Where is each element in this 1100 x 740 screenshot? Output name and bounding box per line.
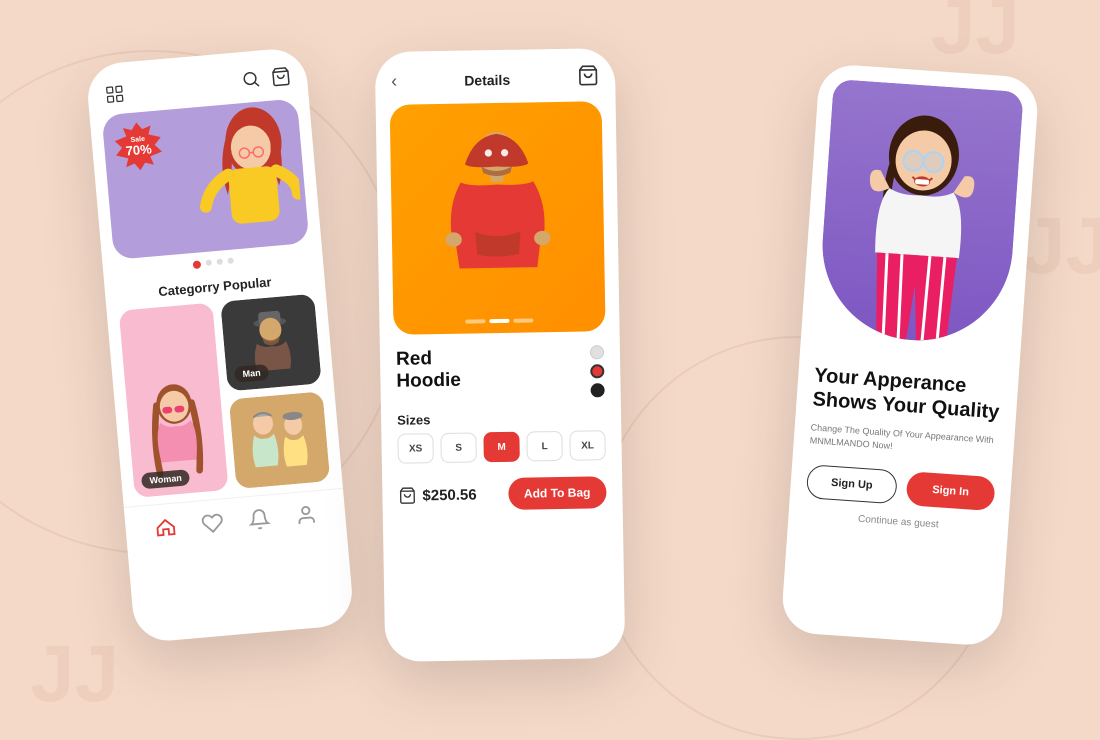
size-s[interactable]: S — [440, 432, 477, 463]
welcome-title: Your ApperanceShows Your Quality — [812, 363, 1003, 424]
search-icon[interactable] — [240, 68, 262, 95]
image-dots — [465, 318, 533, 323]
add-to-bag-button[interactable]: Add To Bag — [508, 476, 607, 510]
category-man[interactable]: Man — [220, 294, 321, 392]
color-dot-2[interactable] — [590, 364, 604, 378]
product-bottom: $250.56 Add To Bag — [382, 460, 623, 522]
menu-icon[interactable] — [103, 82, 127, 106]
dot-3 — [216, 258, 223, 265]
img-dot-2 — [489, 319, 509, 323]
category-grid: Woman Man — [119, 294, 331, 498]
cart-icon[interactable] — [270, 66, 292, 93]
color-dot-1[interactable] — [590, 345, 604, 359]
phones-container: Sale 70% — [0, 0, 1100, 740]
category-kids[interactable] — [229, 391, 330, 489]
signup-button[interactable]: Sign Up — [806, 464, 898, 504]
nav-profile[interactable] — [294, 503, 318, 527]
bottom-nav — [124, 488, 347, 556]
category-woman[interactable]: Woman — [119, 303, 229, 498]
product-name-line1: Red — [396, 348, 432, 370]
welcome-content: Your ApperanceShows Your Quality Change … — [787, 332, 1021, 551]
product-name-line2: Hoodie — [396, 370, 461, 392]
product-name-row: Red Hoodie — [380, 331, 621, 405]
sizes-label: Sizes — [381, 401, 621, 434]
phone-detail: ‹ Details — [375, 48, 626, 662]
detail-title: Details — [464, 71, 510, 88]
size-xl[interactable]: XL — [569, 430, 606, 461]
size-m[interactable]: M — [483, 432, 520, 463]
dot-2 — [205, 259, 212, 266]
img-dot-3 — [513, 318, 533, 322]
signin-button[interactable]: Sign In — [906, 471, 996, 511]
sizes-row: XS S M L XL — [381, 430, 621, 464]
color-options — [590, 345, 605, 397]
welcome-title-text: Your ApperanceShows Your Quality — [812, 364, 1000, 423]
auth-buttons: Sign Up Sign In — [806, 464, 996, 511]
price-cart-icon — [398, 486, 416, 504]
sale-badge: Sale 70% — [112, 120, 164, 172]
price-section: $250.56 — [398, 485, 477, 504]
product-image — [390, 101, 606, 335]
phone2-header: ‹ Details — [375, 48, 616, 105]
nav-notification[interactable] — [247, 507, 271, 531]
hero-banner: Sale 70% — [102, 98, 310, 260]
cart-icon-header[interactable] — [577, 64, 599, 91]
img-dot-1 — [465, 319, 485, 323]
nav-favorite[interactable] — [200, 511, 224, 535]
hero-section — [816, 79, 1023, 347]
welcome-subtitle: Change The Quality Of Your Appearance Wi… — [809, 421, 998, 459]
guest-text[interactable]: Continue as guest — [804, 510, 992, 534]
banner-woman — [182, 99, 304, 253]
sale-percent: 70% — [125, 142, 152, 157]
phone-home: Sale 70% — [85, 47, 355, 644]
grid-icon — [104, 83, 126, 105]
back-button[interactable]: ‹ — [391, 71, 397, 92]
product-name: Red Hoodie — [396, 348, 461, 393]
color-dot-3[interactable] — [591, 383, 605, 397]
size-l[interactable]: L — [526, 431, 563, 462]
hero-woman-svg — [831, 80, 1008, 346]
phone1-header-icons — [240, 66, 292, 95]
price-text: $250.56 — [422, 486, 477, 504]
phone-welcome: Your ApperanceShows Your Quality Change … — [780, 63, 1039, 647]
dot-4 — [227, 258, 234, 265]
nav-home[interactable] — [153, 516, 177, 540]
size-xs[interactable]: XS — [397, 433, 434, 464]
dot-1 — [192, 260, 201, 269]
